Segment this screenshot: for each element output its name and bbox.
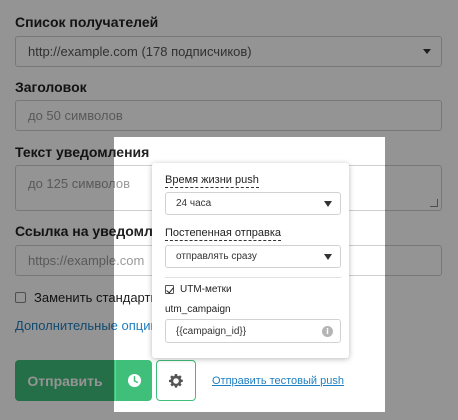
overlay-right <box>385 137 458 420</box>
ttl-label: Время жизни push <box>165 174 259 188</box>
utm-option[interactable]: UTM-метки <box>165 284 232 295</box>
utm-checkbox[interactable] <box>165 285 174 294</box>
ttl-select[interactable]: 24 часа <box>165 192 341 215</box>
dropdown-arrow-icon <box>324 254 332 260</box>
push-settings-popover: Время жизни push 24 часа Постепенная отп… <box>152 163 349 358</box>
send-test-push-link[interactable]: Отправить тестовый push <box>212 375 344 387</box>
schedule-button[interactable] <box>115 360 152 401</box>
ttl-value: 24 часа <box>176 198 212 209</box>
overlay-bottom <box>114 412 385 420</box>
gear-icon <box>169 373 183 388</box>
divider <box>165 277 341 278</box>
overlay-top <box>0 0 458 137</box>
overlay-left <box>0 137 114 420</box>
gradual-label: Постепенная отправка <box>165 227 282 241</box>
settings-button[interactable] <box>156 360 196 401</box>
utm-campaign-label: utm_campaign <box>165 304 231 315</box>
utm-campaign-value: {{campaign_id}} <box>176 325 247 337</box>
gradual-value: отправлять сразу <box>176 251 257 262</box>
utm-campaign-input[interactable]: {{campaign_id}} i <box>165 319 341 343</box>
gradual-select[interactable]: отправлять сразу <box>165 245 341 268</box>
utm-label: UTM-метки <box>180 284 232 295</box>
dropdown-arrow-icon <box>324 201 332 207</box>
clock-icon <box>127 373 141 388</box>
info-icon[interactable]: i <box>322 326 333 337</box>
